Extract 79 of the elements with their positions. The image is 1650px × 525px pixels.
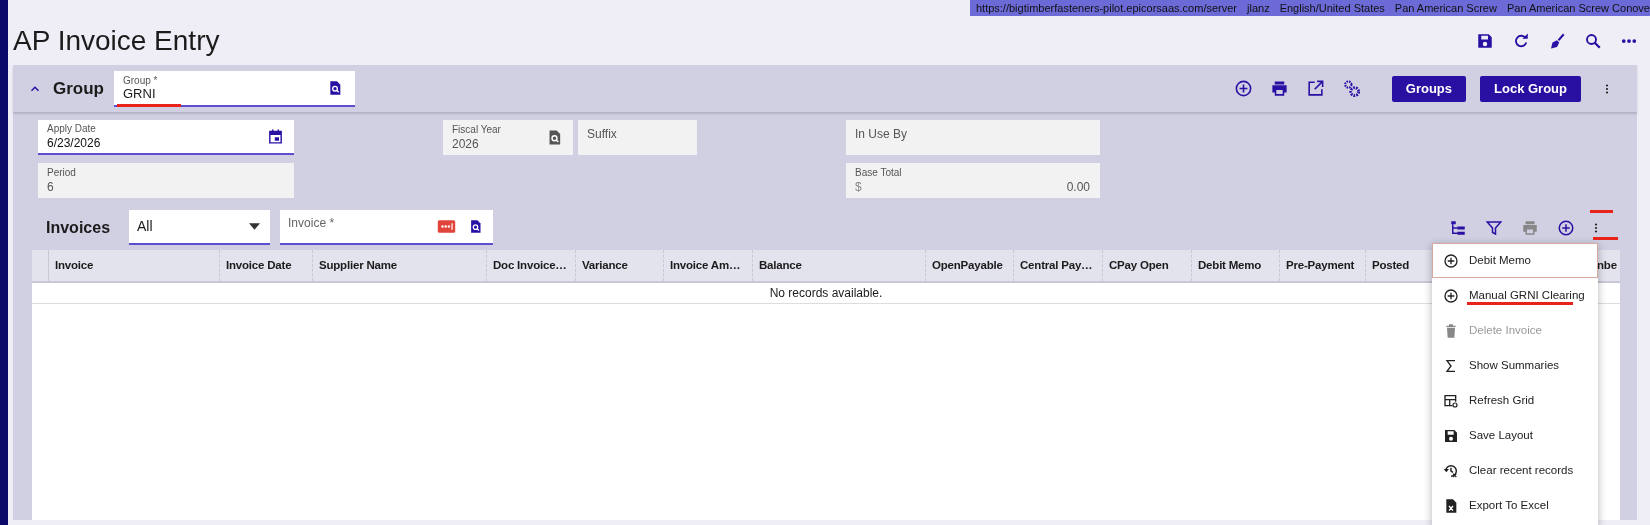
column-header[interactable]: Debit Memo xyxy=(1192,250,1280,281)
ellipsis-icon[interactable] xyxy=(437,217,457,236)
group-button[interactable]: Groups xyxy=(1391,75,1467,102)
field-label: Group * xyxy=(123,74,159,87)
history-icon xyxy=(1443,462,1459,479)
currency-symbol: $ xyxy=(855,179,862,195)
caret-icon xyxy=(249,223,261,230)
grid-icon xyxy=(1443,392,1459,409)
hierarchy-icon[interactable] xyxy=(1449,218,1467,237)
trash-icon xyxy=(1443,322,1459,339)
column-header[interactable]: nbe xyxy=(1597,250,1620,281)
form-field[interactable]: Suffix xyxy=(578,120,697,155)
info-text: English/United States xyxy=(1279,2,1385,14)
column-header[interactable]: Supplier Name xyxy=(313,250,487,281)
field-label: In Use By xyxy=(855,125,908,143)
menu-item[interactable]: Save Layout xyxy=(1432,418,1598,453)
field-label: Suffix xyxy=(587,125,617,143)
info-text: https://bigtimberfasteners-pilot.epicorsaas.com/server xyxy=(975,2,1237,14)
group-button[interactable]: Lock Group xyxy=(1480,75,1581,102)
lookup-icon[interactable] xyxy=(468,219,484,234)
field-value: 6 xyxy=(47,179,54,195)
search-icon[interactable] xyxy=(1584,32,1602,50)
page-title: AP Invoice Entry xyxy=(13,27,220,55)
menu-item[interactable]: Debit Memo xyxy=(1432,243,1598,278)
info-text: Pan American Screw xyxy=(1394,2,1497,14)
empty-message: No records available. xyxy=(769,285,883,302)
column-header[interactable]: Pre-Payment xyxy=(1280,250,1366,281)
field-label: Apply Date xyxy=(47,122,97,135)
form-field[interactable]: In Use By xyxy=(846,120,1100,155)
menu-item[interactable]: Manual GRNI Clearing xyxy=(1432,278,1598,313)
menu-item[interactable]: Show Summaries xyxy=(1432,348,1598,383)
column-header[interactable]: Invoice Am… xyxy=(664,250,753,281)
refresh-icon[interactable] xyxy=(1512,32,1530,50)
filter-icon[interactable] xyxy=(1485,218,1503,237)
form-field[interactable]: Base Total $ 0.00 xyxy=(846,163,1100,198)
column-header[interactable]: Doc Invoice… xyxy=(487,250,576,281)
print-icon[interactable] xyxy=(1270,79,1290,98)
field-label: Fiscal Year xyxy=(452,123,502,136)
menu-item[interactable]: Export To Excel xyxy=(1432,488,1598,523)
save-icon[interactable] xyxy=(1476,32,1494,50)
menu-item[interactable]: Refresh Grid xyxy=(1432,383,1598,418)
invoice-input[interactable]: Invoice * xyxy=(288,214,426,232)
group-field[interactable]: Group * GRNI xyxy=(114,70,355,107)
lookup-icon[interactable] xyxy=(327,79,343,96)
add-icon xyxy=(1443,287,1459,304)
annotation-line xyxy=(117,104,181,107)
field-value: 6/23/2026 xyxy=(47,135,101,151)
field-value: GRNI xyxy=(123,86,156,101)
column-header[interactable]: Central Pay… xyxy=(1014,250,1103,281)
invoice-field[interactable]: Invoice * xyxy=(280,210,494,245)
column-header[interactable]: Invoice Date xyxy=(220,250,313,281)
section-heading: Invoices xyxy=(46,217,111,238)
gears-icon[interactable] xyxy=(1342,79,1362,98)
form-field[interactable]: Fiscal Year 2026 xyxy=(443,120,573,155)
info-text: Pan American Screw Conove xyxy=(1506,2,1650,14)
add-icon[interactable] xyxy=(1234,79,1254,98)
field-value: 0.00 xyxy=(1066,179,1090,195)
field-value: 2026 xyxy=(452,136,479,152)
group-heading: Group xyxy=(53,77,104,100)
info-text: jlanz xyxy=(1247,2,1270,14)
menu-item[interactable]: Clear recent records xyxy=(1432,453,1598,488)
calendar-icon[interactable] xyxy=(267,128,284,145)
form-field[interactable]: Period 6 xyxy=(38,163,294,198)
column-header[interactable]: Variance xyxy=(576,250,664,281)
column-header[interactable]: Invoice xyxy=(49,250,220,281)
filter-dropdown[interactable]: All xyxy=(129,210,271,245)
column-header[interactable]: OpenPayable xyxy=(926,250,1014,281)
save-icon xyxy=(1443,427,1459,444)
add-icon xyxy=(1443,252,1459,269)
annotation-line xyxy=(1593,237,1618,240)
annotation-line xyxy=(1590,210,1613,213)
form-field[interactable]: Apply Date 6/23/2026 xyxy=(38,120,294,155)
spreadsheet-icon xyxy=(1443,497,1459,514)
field-label: Base Total xyxy=(855,166,903,179)
column-header[interactable]: CPay Open xyxy=(1103,250,1192,281)
field-label: Period xyxy=(47,166,77,179)
external-link-icon[interactable] xyxy=(1306,79,1326,98)
add-icon[interactable] xyxy=(1557,218,1575,237)
column-header[interactable]: Balance xyxy=(753,250,926,281)
